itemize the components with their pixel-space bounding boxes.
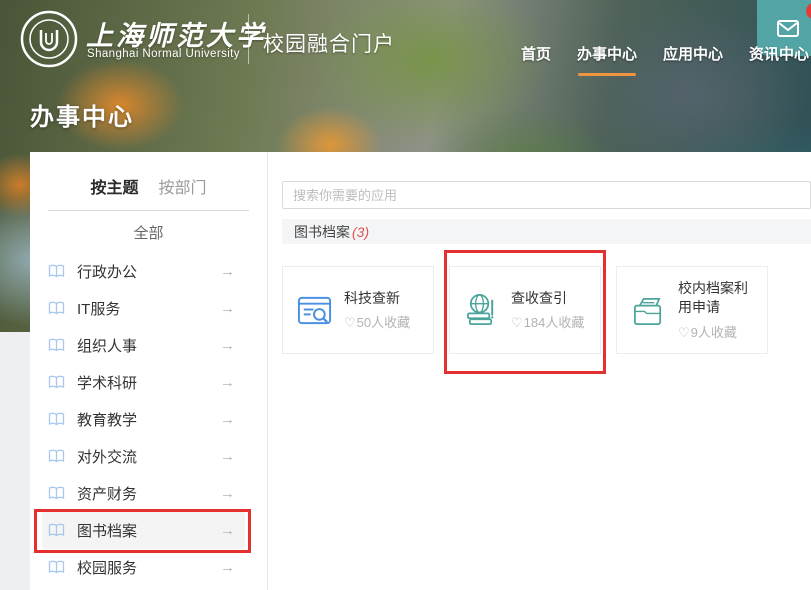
section-header: 图书档案 (3) bbox=[282, 219, 811, 244]
open-book-icon bbox=[48, 375, 65, 390]
arrow-right-icon: → bbox=[220, 522, 235, 539]
nav-item-service-center[interactable]: 办事中心 bbox=[577, 43, 637, 76]
heart-icon: ♡ bbox=[511, 315, 523, 330]
open-book-icon bbox=[48, 523, 65, 538]
app-card-archive-use-application[interactable]: 校内档案利用申请 ♡9人收藏 bbox=[616, 266, 768, 354]
sidebar-item-campus-service[interactable]: 校园服务 → bbox=[42, 549, 245, 586]
page-title: 办事中心 bbox=[30, 97, 134, 132]
card-title: 科技查新 bbox=[344, 289, 410, 308]
app-card-citation-search[interactable]: 查收查引 ♡184人收藏 bbox=[449, 266, 601, 354]
sidebar-item-teaching[interactable]: 教育教学 → bbox=[42, 401, 245, 438]
open-book-icon bbox=[48, 486, 65, 501]
logo-divider bbox=[248, 14, 249, 64]
sidebar-item-all[interactable]: 全部 bbox=[30, 211, 267, 253]
card-favorites: ♡50人收藏 bbox=[344, 312, 410, 331]
open-book-icon bbox=[48, 264, 65, 279]
open-book-icon bbox=[48, 301, 65, 316]
section-count: (3) bbox=[352, 224, 369, 240]
arrow-right-icon: → bbox=[220, 448, 235, 465]
section-title: 图书档案 bbox=[294, 222, 350, 242]
portal-title: 校园融合门户 bbox=[263, 28, 395, 58]
open-book-icon bbox=[48, 449, 65, 464]
open-book-icon bbox=[48, 560, 65, 575]
favorites-count: 9人收藏 bbox=[691, 325, 737, 340]
sidebar-item-label: 资产财务 bbox=[77, 483, 137, 504]
card-text: 科技查新 ♡50人收藏 bbox=[344, 289, 416, 332]
card-text: 查收查引 ♡184人收藏 bbox=[511, 289, 590, 332]
favorites-count: 184人收藏 bbox=[524, 315, 585, 330]
sidebar-item-administration[interactable]: 行政办公 → bbox=[42, 253, 245, 290]
heart-icon: ♡ bbox=[344, 315, 356, 330]
annotation-box-sidebar bbox=[34, 509, 251, 553]
card-title: 查收查引 bbox=[511, 289, 584, 308]
app-cards-row: 科技查新 ♡50人收藏 查收查引 ♡184人收藏 bbox=[282, 266, 811, 354]
top-navigation: 首页 办事中心 应用中心 资讯中心 bbox=[521, 43, 809, 76]
sidebar-item-label: 校园服务 bbox=[77, 557, 137, 578]
sidebar-item-label: IT服务 bbox=[77, 298, 120, 319]
sidebar: 按主题 按部门 全部 行政办公 → IT服务 → 组织人事 → 学术科研 → 教… bbox=[30, 152, 268, 590]
university-name-en: Shanghai Normal University bbox=[87, 48, 240, 60]
sidebar-item-it-service[interactable]: IT服务 → bbox=[42, 290, 245, 327]
sidebar-item-research[interactable]: 学术科研 → bbox=[42, 364, 245, 401]
heart-icon: ♡ bbox=[678, 325, 690, 340]
card-title: 校内档案利用申请 bbox=[678, 279, 761, 317]
arrow-right-icon: → bbox=[220, 485, 235, 502]
nav-item-home[interactable]: 首页 bbox=[521, 43, 551, 76]
main-panel: 按主题 按部门 全部 行政办公 → IT服务 → 组织人事 → 学术科研 → 教… bbox=[30, 152, 811, 590]
header: 上海师范大学 Shanghai Normal University 校园融合门户… bbox=[0, 0, 811, 90]
arrow-right-icon: → bbox=[220, 411, 235, 428]
folder-files-icon bbox=[630, 292, 667, 329]
sidebar-item-library-archives[interactable]: 图书档案 → bbox=[42, 512, 245, 549]
sidebar-item-hr[interactable]: 组织人事 → bbox=[42, 327, 245, 364]
arrow-right-icon: → bbox=[220, 337, 235, 354]
arrow-right-icon: → bbox=[220, 263, 235, 280]
sidebar-item-label: 图书档案 bbox=[77, 520, 137, 541]
arrow-right-icon: → bbox=[220, 559, 235, 576]
tab-by-topic[interactable]: 按主题 bbox=[90, 174, 138, 210]
university-seal-logo bbox=[20, 10, 78, 68]
sidebar-item-label: 行政办公 bbox=[77, 261, 137, 282]
arrow-right-icon: → bbox=[220, 300, 235, 317]
app-card-tech-novelty-search[interactable]: 科技查新 ♡50人收藏 bbox=[282, 266, 434, 354]
favorites-count: 50人收藏 bbox=[357, 315, 410, 330]
card-text: 校内档案利用申请 ♡9人收藏 bbox=[678, 279, 767, 341]
search-document-icon bbox=[296, 292, 333, 329]
open-book-icon bbox=[48, 338, 65, 353]
card-favorites: ♡9人收藏 bbox=[678, 322, 761, 341]
nav-item-news-center[interactable]: 资讯中心 bbox=[749, 43, 809, 76]
globe-books-icon bbox=[463, 292, 500, 329]
search-input[interactable] bbox=[282, 181, 811, 209]
sidebar-item-exchange[interactable]: 对外交流 → bbox=[42, 438, 245, 475]
sidebar-item-label: 对外交流 bbox=[77, 446, 137, 467]
sidebar-item-label: 组织人事 bbox=[77, 335, 137, 356]
sidebar-item-finance[interactable]: 资产财务 → bbox=[42, 475, 245, 512]
nav-item-app-center[interactable]: 应用中心 bbox=[663, 43, 723, 76]
open-book-icon bbox=[48, 412, 65, 427]
arrow-right-icon: → bbox=[220, 374, 235, 391]
content-area: 图书档案 (3) 科技查新 ♡50人收藏 bbox=[268, 152, 811, 590]
sidebar-item-label: 教育教学 bbox=[77, 409, 137, 430]
sidebar-item-label: 学术科研 bbox=[77, 372, 137, 393]
sidebar-tabs: 按主题 按部门 bbox=[30, 174, 267, 210]
card-favorites: ♡184人收藏 bbox=[511, 312, 584, 331]
tab-by-department[interactable]: 按部门 bbox=[159, 174, 207, 210]
envelope-icon bbox=[777, 20, 799, 37]
mail-badge: 1 bbox=[806, 3, 811, 19]
